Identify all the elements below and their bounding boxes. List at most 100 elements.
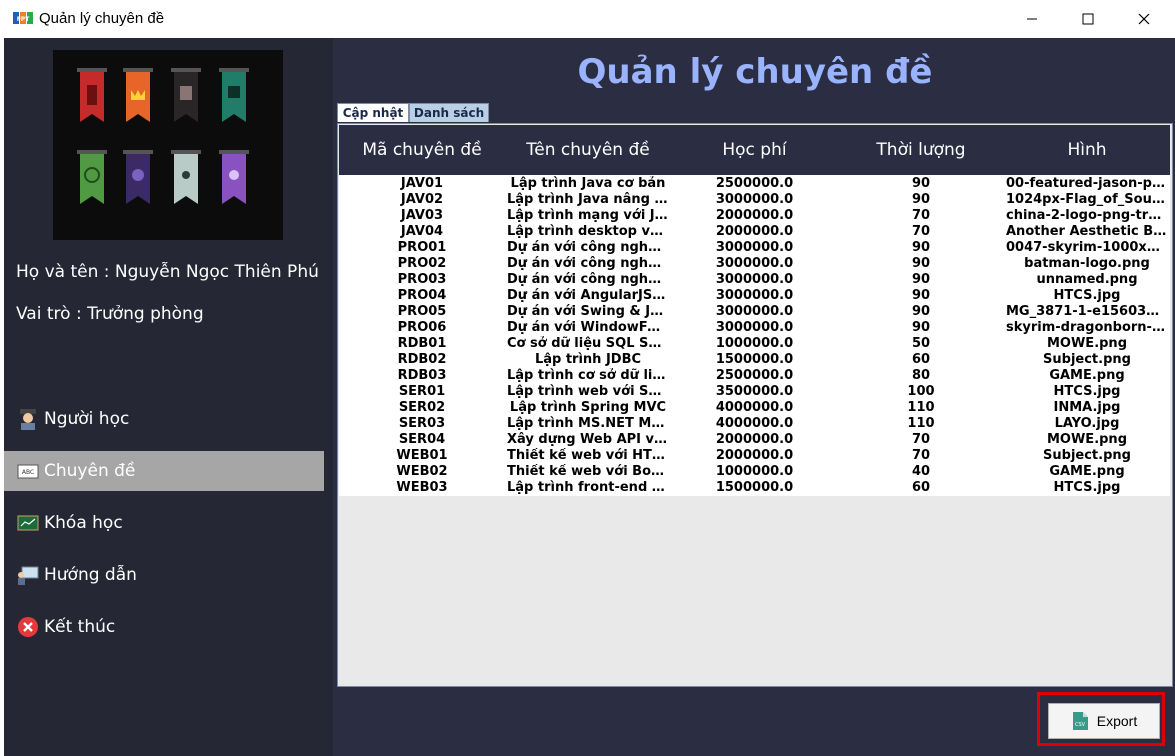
topic-icon: ABC xyxy=(16,459,40,483)
table-row[interactable]: WEB01 Thiết kế web với HTM... 2000000.0 70 S… xyxy=(339,448,1170,464)
table-cell: 60 xyxy=(911,352,931,367)
table-cell: 3000000.0 xyxy=(715,240,794,255)
tab-danh-sach[interactable]: Danh sách xyxy=(409,103,489,122)
table-row[interactable]: RDB03 Lập trình cơ sở dữ liệu... 2500000.0… xyxy=(339,368,1170,384)
table-row[interactable]: JAV04 Lập trình desktop với ... 2000000.0 7… xyxy=(339,224,1170,240)
svg-text:FPT: FPT xyxy=(17,16,30,23)
main-panel: Quản lý chuyên đề Cập nhật Danh sách Mã … xyxy=(335,38,1175,756)
table-cell: JAV04 xyxy=(400,224,444,239)
table-cell: RDB03 xyxy=(397,368,447,383)
sidebar-item-ket-thuc[interactable]: Kết thúc xyxy=(4,607,324,647)
table-cell: JAV01 xyxy=(400,176,444,191)
table-cell: Lập trình web với Serv... xyxy=(507,384,671,399)
table-cell: 60 xyxy=(911,480,931,495)
table-cell: MG_3871-1-e156039... xyxy=(1006,304,1170,319)
table-cell: 70 xyxy=(911,448,931,463)
table-cell: 3000000.0 xyxy=(715,304,794,319)
table-cell: HTCS.jpg xyxy=(1053,384,1121,399)
banners-icon xyxy=(77,68,249,204)
sidebar-item-label: Hướng dẫn xyxy=(44,565,137,585)
table-cell: 1500000.0 xyxy=(715,352,794,367)
user-role: Vai trò : Trưởng phòng xyxy=(16,304,204,324)
export-button[interactable]: CSV Export xyxy=(1048,703,1160,739)
table-row[interactable]: PRO06 Dự án với WindowForm 3000000.0 90 skyr… xyxy=(339,320,1170,336)
table-row[interactable]: RDB02 Lập trình JDBC 1500000.0 60 Subject.pn… xyxy=(339,352,1170,368)
column-header[interactable]: Mã chuyên đề xyxy=(339,125,505,175)
title-bar: FPT Quản lý chuyên đề xyxy=(4,0,1175,38)
table-cell: GAME.png xyxy=(1049,464,1125,479)
sidebar-item-chuyen-de[interactable]: ABC Chuyên đề xyxy=(4,451,324,491)
sidebar-item-label: Khóa học xyxy=(44,513,123,533)
window-title: Quản lý chuyên đề xyxy=(39,10,165,27)
table-cell: 2000000.0 xyxy=(715,432,794,447)
sidebar-item-khoa-hoc[interactable]: Khóa học xyxy=(4,503,324,543)
sidebar-item-huong-dan[interactable]: Hướng dẫn xyxy=(4,555,324,595)
table-row[interactable]: PRO03 Dự án với công nghệ ... 3000000.0 90 u… xyxy=(339,272,1170,288)
table-row[interactable]: RDB01 Cơ sở dữ liệu SQL Ser... 1000000.0 50… xyxy=(339,336,1170,352)
table-cell: 70 xyxy=(911,432,931,447)
table-cell: 2000000.0 xyxy=(715,224,794,239)
table-row[interactable]: PRO01 Dự án với công nghệ ... 3000000.0 90 0… xyxy=(339,240,1170,256)
table-cell: 2500000.0 xyxy=(715,368,794,383)
column-header[interactable]: Học phí xyxy=(671,125,838,175)
table-cell: 3000000.0 xyxy=(715,288,794,303)
table-cell: Lập trình cơ sở dữ liệu... xyxy=(507,368,671,383)
table-cell: 4000000.0 xyxy=(715,400,794,415)
sidebar: Họ và tên : Nguyễn Ngọc Thiên Phú Vai tr… xyxy=(4,38,333,756)
table-row[interactable]: SER01 Lập trình web với Serv... 3500000.0 1… xyxy=(339,384,1170,400)
table-cell: 90 xyxy=(911,304,931,319)
table-row[interactable]: WEB03 Lập trình front-end vớ... 1500000.0 6… xyxy=(339,480,1170,496)
table-empty-area xyxy=(339,496,1170,684)
table-row[interactable]: WEB02 Thiết kế web với Boot... 1000000.0 40… xyxy=(339,464,1170,480)
table-body: JAV01 Lập trình Java cơ bản 2500000.0 90 00-… xyxy=(339,176,1170,512)
table-cell: Lập trình Spring MVC xyxy=(509,400,667,415)
table-row[interactable]: JAV03 Lập trình mạng với Java 2000000.0 70 c… xyxy=(339,208,1170,224)
page-title: Quản lý chuyên đề xyxy=(577,52,933,92)
column-header[interactable]: Hình xyxy=(1004,125,1170,175)
table-cell: SER02 xyxy=(398,400,446,415)
table-cell: 100 xyxy=(907,384,935,399)
table-row[interactable]: PRO05 Dự án với Swing & JD... 3000000.0 90 M… xyxy=(339,304,1170,320)
table-row[interactable]: SER02 Lập trình Spring MVC 4000000.0 110 INM… xyxy=(339,400,1170,416)
table-cell: 3000000.0 xyxy=(715,192,794,207)
table-cell: PRO06 xyxy=(397,320,447,335)
table-cell: MOWE.png xyxy=(1046,432,1127,447)
close-button[interactable] xyxy=(1116,0,1172,38)
table-row[interactable]: JAV01 Lập trình Java cơ bản 2500000.0 90 00-… xyxy=(339,176,1170,192)
table-cell: 90 xyxy=(911,272,931,287)
table-cell: Lập trình Java cơ bản xyxy=(510,176,666,191)
table-cell: WEB01 xyxy=(396,448,448,463)
table-cell: 70 xyxy=(911,208,931,223)
table-cell: Subject.png xyxy=(1043,352,1131,367)
table-cell: Lập trình JDBC xyxy=(534,352,642,367)
csv-file-icon: CSV xyxy=(1072,712,1088,730)
table-cell: 110 xyxy=(907,400,935,415)
table-cell: Dự án với công nghệ ... xyxy=(507,272,671,287)
tab-cap-nhat[interactable]: Cập nhật xyxy=(337,103,409,122)
table-cell: skyrim-dragonborn-i2... xyxy=(1006,320,1170,335)
column-header[interactable]: Thời lượng xyxy=(838,125,1004,175)
table-cell: 90 xyxy=(911,256,931,271)
table-cell: 50 xyxy=(911,336,931,351)
sidebar-item-nguoi-hoc[interactable]: Người học xyxy=(4,399,324,439)
table-cell: Dự án với công nghệ ... xyxy=(507,240,671,255)
table-cell: SER03 xyxy=(398,416,446,431)
table-cell: Cơ sở dữ liệu SQL Ser... xyxy=(507,336,671,351)
table-cell: WEB02 xyxy=(396,464,448,479)
table-cell: Another Aesthetic Blo... xyxy=(1006,224,1170,239)
export-label: Export xyxy=(1096,713,1138,729)
column-header[interactable]: Tên chuyên đề xyxy=(505,125,671,175)
table-row[interactable]: JAV02 Lập trình Java nâng cao 3000000.0 90 1… xyxy=(339,192,1170,208)
table-row[interactable]: SER03 Lập trình MS.NET MVC 4000000.0 110 LAY… xyxy=(339,416,1170,432)
table-row[interactable]: PRO04 Dự án với AngularJS &... 3000000.0 90… xyxy=(339,288,1170,304)
table-cell: unnamed.png xyxy=(1036,272,1138,287)
table-row[interactable]: SER04 Xây dựng Web API vớ... 2000000.0 70 MO… xyxy=(339,432,1170,448)
table-row[interactable]: PRO02 Dự án với công nghệ ... 3000000.0 90 b… xyxy=(339,256,1170,272)
sidebar-item-label: Kết thúc xyxy=(44,617,116,637)
minimize-button[interactable] xyxy=(1004,0,1060,38)
table-cell: 90 xyxy=(911,176,931,191)
maximize-button[interactable] xyxy=(1060,0,1116,38)
table-cell: 1024px-Flag_of_Sout... xyxy=(1006,192,1170,207)
course-icon xyxy=(16,511,40,535)
table-cell: JAV03 xyxy=(400,208,444,223)
